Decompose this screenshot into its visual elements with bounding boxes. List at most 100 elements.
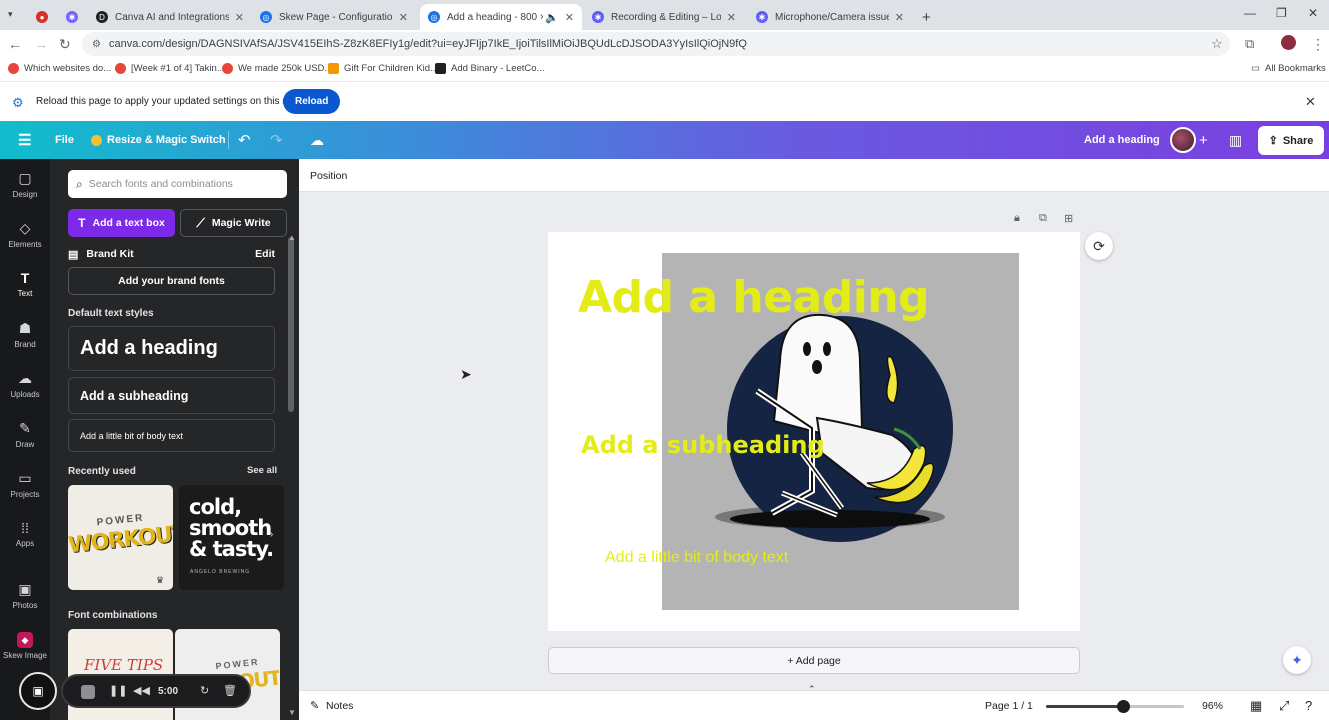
style-body-card[interactable]: Add a little bit of body text: [68, 419, 275, 452]
close-tab-icon[interactable]: ✕: [727, 11, 736, 24]
zoom-slider-knob[interactable]: [1117, 700, 1131, 713]
back-icon[interactable]: ←: [8, 36, 22, 52]
brand-kit-edit-link[interactable]: Edit: [255, 248, 275, 260]
close-tab-icon[interactable]: ✕: [565, 11, 574, 24]
font-search[interactable]: ⌕: [68, 170, 287, 198]
tab-recording[interactable]: ●: [28, 4, 54, 30]
maximize-icon[interactable]: ❐: [1276, 6, 1287, 20]
canvas-subheading-text[interactable]: Add a subheading: [581, 431, 825, 459]
bookmark-item[interactable]: Gift For Children Kid...: [328, 63, 438, 74]
add-page-icon[interactable]: ⊞: [1064, 212, 1073, 225]
bookmark-item[interactable]: Add Binary - LeetCo...: [435, 63, 544, 74]
undo-icon[interactable]: ↶: [238, 121, 251, 159]
new-tab-button[interactable]: +: [914, 4, 938, 30]
rail-item-text[interactable]: T Text: [0, 261, 50, 307]
page-indicator[interactable]: Page 1 / 1: [985, 700, 1033, 712]
chevron-right-icon[interactable]: ›: [270, 529, 273, 540]
magic-assistant-icon[interactable]: ✦: [1283, 646, 1311, 674]
thumb-text: smooth: [189, 516, 272, 540]
reload-icon[interactable]: ↻: [59, 36, 71, 53]
file-menu[interactable]: File: [55, 121, 74, 159]
forward-icon[interactable]: →: [34, 36, 48, 52]
position-button[interactable]: Position: [310, 170, 347, 182]
refresh-icon[interactable]: ⟳: [1085, 232, 1113, 260]
add-brand-fonts-button[interactable]: Add your brand fonts: [68, 267, 275, 295]
grid-view-icon[interactable]: ▦: [1250, 698, 1262, 714]
bookmark-star-icon[interactable]: ☆: [1211, 36, 1223, 52]
rail-item-uploads[interactable]: ☁ Uploads: [0, 361, 50, 407]
notes-button[interactable]: Notes: [326, 700, 353, 712]
tab-canva-ai-hack[interactable]: D Canva AI and Integrations Hack ✕: [88, 4, 252, 30]
scroll-down-icon[interactable]: ▼: [288, 708, 296, 717]
tab-search-icon[interactable]: ▾: [8, 9, 13, 20]
zoom-slider[interactable]: [1046, 700, 1184, 713]
close-tab-icon[interactable]: ✕: [235, 11, 244, 24]
canvas-body-text[interactable]: Add a little bit of body text: [605, 549, 788, 567]
scroll-up-icon[interactable]: ▲: [288, 233, 296, 242]
profile-avatar[interactable]: [1281, 35, 1296, 50]
cloud-saved-icon[interactable]: ☁: [310, 121, 324, 159]
resize-magic-switch[interactable]: Resize & Magic Switch: [91, 121, 226, 159]
reload-button[interactable]: Reload: [283, 89, 341, 114]
all-bookmarks[interactable]: ▭ All Bookmarks: [1251, 63, 1326, 74]
lock-icon[interactable]: 🔒︎: [1014, 212, 1020, 225]
bookmark-item[interactable]: Which websites do...: [8, 63, 111, 74]
address-bar[interactable]: ⚙ canva.com/design/DAGNSIVAfSA/JSV415EIh…: [82, 32, 1230, 56]
insights-icon[interactable]: ▥: [1229, 121, 1242, 159]
add-page-button[interactable]: + Add page: [548, 647, 1080, 674]
rail-item-brand[interactable]: ☗ Brand: [0, 311, 50, 357]
minimize-icon[interactable]: —: [1244, 6, 1256, 20]
rewind-icon[interactable]: ◀◀: [133, 684, 150, 697]
add-collaborator-icon[interactable]: +: [1199, 121, 1208, 159]
style-subheading-card[interactable]: Add a subheading: [68, 377, 275, 414]
site-info-icon[interactable]: ⚙: [92, 39, 101, 50]
rail-item-apps[interactable]: ⁞⁞ Apps: [0, 511, 50, 557]
brand-kit-icon: ▤: [68, 248, 79, 261]
rail-item-design[interactable]: ▢ Design: [0, 161, 50, 207]
see-all-link[interactable]: See all: [247, 465, 277, 476]
close-window-icon[interactable]: ✕: [1308, 6, 1318, 20]
tab-skew-page[interactable]: ◎ Skew Page - Configuration | Ca ✕: [252, 4, 416, 30]
rail-item-draw[interactable]: ✎ Draw: [0, 411, 50, 457]
search-input[interactable]: [88, 178, 287, 190]
design-icon: ▢: [18, 169, 32, 186]
magic-write-button[interactable]: ⟋ Magic Write: [180, 209, 287, 237]
fullscreen-icon[interactable]: ⤢: [1279, 698, 1289, 714]
help-icon[interactable]: ?: [1305, 698, 1312, 713]
rail-item-elements[interactable]: ◇ Elements: [0, 211, 50, 257]
redo-icon[interactable]: ↷: [270, 121, 283, 159]
pause-icon[interactable]: ❚❚: [109, 684, 127, 697]
browser-menu-icon[interactable]: ⋮: [1311, 36, 1325, 53]
extensions-icon[interactable]: ⧉: [1245, 36, 1254, 52]
menu-icon[interactable]: ☰: [18, 121, 31, 159]
restart-icon[interactable]: ↻: [200, 684, 209, 697]
add-text-box-button[interactable]: T Add a text box: [68, 209, 175, 237]
camera-icon[interactable]: ▣: [19, 672, 57, 710]
canvas-heading-text[interactable]: Add a heading: [578, 272, 930, 323]
stop-recording-button[interactable]: [81, 685, 95, 699]
bookmark-item[interactable]: [Week #1 of 4] Takin...: [115, 63, 225, 74]
tab-add-heading[interactable]: ◎ Add a heading - 800 × 600 🔈 ✕: [420, 4, 582, 30]
rail-item-projects[interactable]: ▭ Projects: [0, 461, 50, 507]
duplicate-page-icon[interactable]: ⧉: [1039, 212, 1047, 225]
close-infobar-icon[interactable]: ✕: [1305, 94, 1316, 110]
close-tab-icon[interactable]: ✕: [399, 11, 408, 24]
tab-settings[interactable]: ✱: [58, 4, 86, 30]
share-button[interactable]: ⇪ Share: [1258, 126, 1324, 155]
style-heading-card[interactable]: Add a heading: [68, 326, 275, 371]
bookmark-item[interactable]: We made 250k USD...: [222, 63, 332, 74]
rail-item-skew-image[interactable]: ◆ Skew Image: [0, 623, 50, 669]
avatar[interactable]: [1170, 127, 1196, 153]
design-title[interactable]: Add a heading: [1084, 121, 1160, 159]
speaker-icon[interactable]: 🔈: [545, 11, 559, 24]
trash-icon[interactable]: 🗑︎: [223, 684, 237, 697]
share-label: Share: [1282, 134, 1314, 147]
zoom-level[interactable]: 96%: [1202, 700, 1223, 712]
rail-item-photos[interactable]: ▣ Photos: [0, 572, 50, 618]
close-tab-icon[interactable]: ✕: [895, 11, 904, 24]
tab-loom-recording[interactable]: ✱ Recording & Editing – Loom ✕: [584, 4, 744, 30]
recent-template-power-workout[interactable]: POWER WORKOUT ♛: [68, 485, 173, 590]
panel-scrollbar[interactable]: [288, 237, 294, 412]
recent-template-cold-smooth[interactable]: cold, smooth & tasty. ANGELO BREWING ›: [179, 485, 284, 590]
tab-loom-microphone[interactable]: ✱ Microphone/Camera issues – Lo ✕: [748, 4, 912, 30]
